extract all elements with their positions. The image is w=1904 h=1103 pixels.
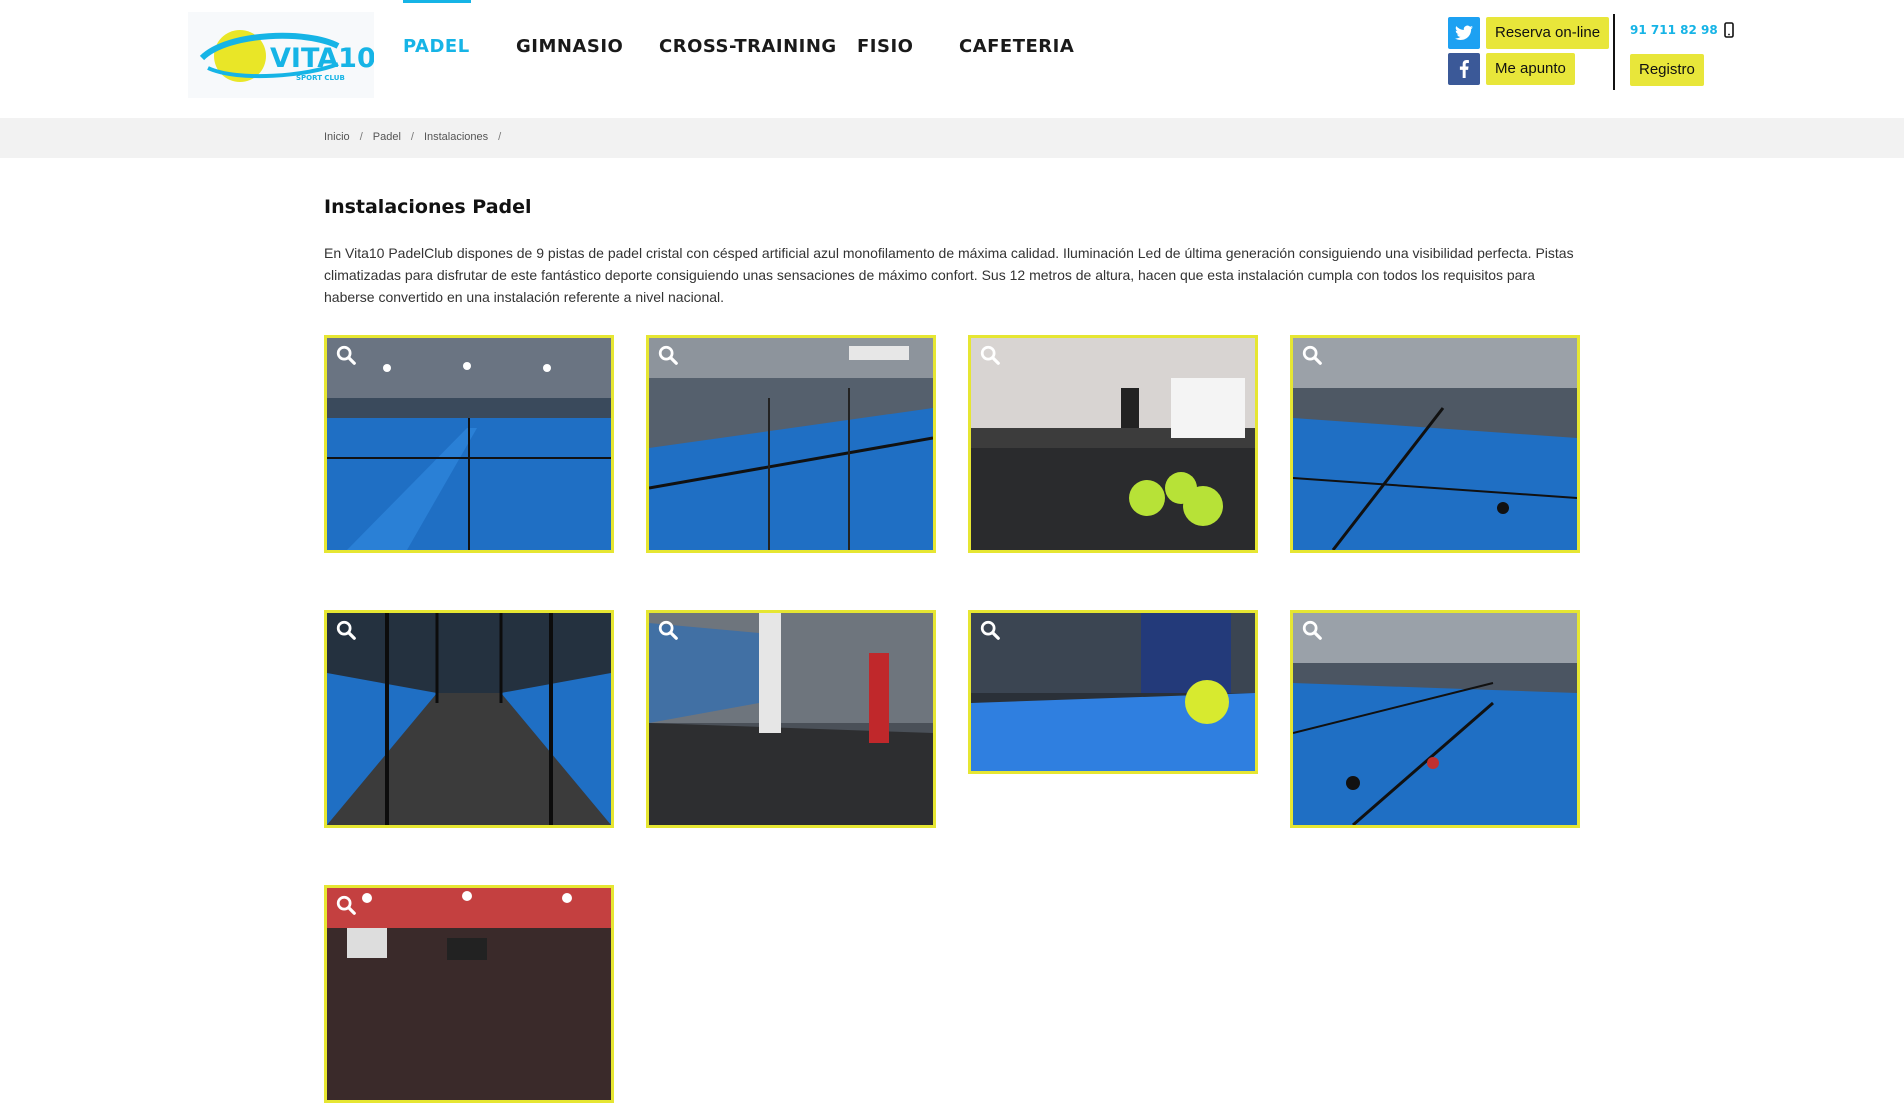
court-photo xyxy=(1293,613,1577,825)
breadcrumb-separator: / xyxy=(359,131,363,143)
gallery-item[interactable] xyxy=(968,335,1258,553)
nav-cafeteria[interactable]: CAFETERIA xyxy=(959,36,1074,57)
breadcrumb-separator: / xyxy=(410,131,414,143)
breadcrumb-inicio[interactable]: Inicio xyxy=(324,131,350,143)
corridor-photo xyxy=(327,613,611,825)
intro-paragraph: En Vita10 PadelClub dispones de 9 pistas… xyxy=(324,245,1574,305)
zoom-icon xyxy=(980,345,1000,365)
site-header: VITA10 SPORT CLUB PADEL GIMNASIO CROSS-T… xyxy=(0,0,1904,118)
zoom-icon xyxy=(336,345,356,365)
gallery-item[interactable] xyxy=(1290,610,1580,828)
zoom-icon xyxy=(980,620,1000,640)
reserva-online-button[interactable]: Reserva on-line xyxy=(1486,17,1610,49)
facebook-icon[interactable] xyxy=(1448,53,1480,85)
nav-padel[interactable]: PADEL xyxy=(403,36,470,57)
zoom-icon xyxy=(658,620,678,640)
gallery-item[interactable] xyxy=(324,885,614,1103)
vita10-logo[interactable]: VITA10 SPORT CLUB xyxy=(188,12,374,98)
breadcrumb-bar: Inicio / Padel / Instalaciones / xyxy=(0,118,1904,158)
zoom-icon xyxy=(336,895,356,915)
gallery-item[interactable] xyxy=(1290,335,1580,553)
nav-cross-training[interactable]: CROSS-TRAINING xyxy=(659,36,837,57)
ball-on-court-photo xyxy=(971,613,1255,771)
zoom-icon xyxy=(1302,345,1322,365)
svg-text:VITA10: VITA10 xyxy=(270,43,374,74)
breadcrumb-separator: / xyxy=(498,131,502,143)
mobile-phone-icon xyxy=(1723,22,1734,38)
gallery-item[interactable] xyxy=(646,335,936,553)
cafeteria-photo xyxy=(327,888,611,1100)
court-photo xyxy=(1293,338,1577,550)
breadcrumb-instalaciones[interactable]: Instalaciones xyxy=(424,131,488,143)
lounge-photo xyxy=(971,338,1255,550)
gallery-item[interactable] xyxy=(324,335,614,553)
registro-button[interactable]: Registro xyxy=(1630,54,1704,86)
nav-active-indicator xyxy=(403,0,471,3)
header-divider xyxy=(1613,14,1615,90)
svg-text:SPORT CLUB: SPORT CLUB xyxy=(296,74,345,82)
phone-text: 91 711 82 98 xyxy=(1630,23,1718,37)
page-title: Instalaciones Padel xyxy=(324,196,532,218)
court-photo xyxy=(649,338,933,550)
me-apunto-button[interactable]: Me apunto xyxy=(1486,53,1575,85)
zoom-icon xyxy=(1302,620,1322,640)
zoom-icon xyxy=(336,620,356,640)
breadcrumb-padel[interactable]: Padel xyxy=(373,131,401,143)
court-photo xyxy=(327,338,611,550)
nav-gimnasio[interactable]: GIMNASIO xyxy=(516,36,623,57)
gallery-item[interactable] xyxy=(646,610,936,828)
gallery-item[interactable] xyxy=(968,610,1258,774)
twitter-icon[interactable] xyxy=(1448,17,1480,49)
breadcrumb: Inicio / Padel / Instalaciones / xyxy=(324,131,505,143)
zoom-icon xyxy=(658,345,678,365)
nav-fisio[interactable]: FISIO xyxy=(857,36,913,57)
phone-number[interactable]: 91 711 82 98 xyxy=(1630,22,1734,38)
gallery-item[interactable] xyxy=(324,610,614,828)
hall-photo xyxy=(649,613,933,825)
